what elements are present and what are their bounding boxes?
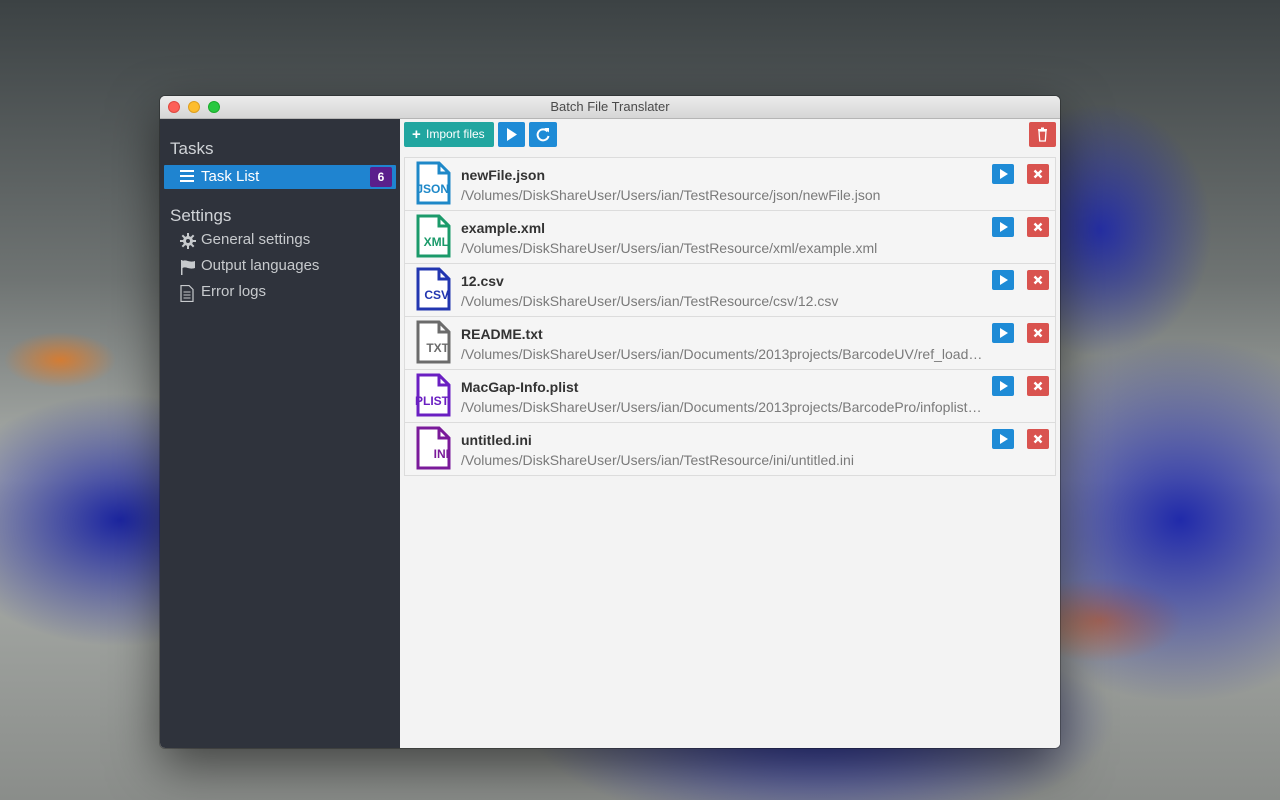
run-file-button[interactable] [992,376,1014,396]
remove-file-button[interactable] [1027,376,1049,396]
import-files-label: Import files [426,127,485,141]
file-type-icon: XML [413,214,453,258]
remove-file-button[interactable] [1027,164,1049,184]
close-icon [1033,434,1043,444]
sidebar: Tasks Task List 6 Settings General setti… [160,119,400,748]
remove-file-button[interactable] [1027,270,1049,290]
maximize-window-button[interactable] [208,101,220,113]
play-icon [1000,169,1008,179]
app-window: Batch File Translater Tasks Task List 6 … [160,96,1060,748]
play-icon [507,128,517,141]
svg-text:XML: XML [424,235,449,249]
remove-file-button[interactable] [1027,429,1049,449]
run-file-button[interactable] [992,323,1014,343]
file-name: 12.csv [461,273,504,289]
file-row[interactable]: XML example.xml/Volumes/DiskShareUser/Use… [404,210,1056,263]
sidebar-item-label: Task List [201,168,260,185]
file-type-icon: TXT [413,320,453,364]
play-icon [1000,222,1008,232]
window-title: Batch File Translater [550,99,670,114]
close-icon [1033,381,1043,391]
close-icon [1033,328,1043,338]
sidebar-item-task-list[interactable]: Task List 6 [164,165,396,189]
task-count-badge: 6 [370,167,392,187]
file-name: MacGap-Info.plist [461,379,579,395]
settings-section-title: Settings [170,206,232,225]
play-icon [1000,381,1008,391]
title-bar: Batch File Translater [160,96,1060,119]
svg-text:JSON: JSON [416,182,449,196]
sidebar-item-label: General settings [201,231,311,248]
file-name: newFile.json [461,167,546,183]
play-icon [1000,275,1008,285]
import-files-button[interactable]: + Import files [404,122,494,147]
svg-text:INI: INI [434,447,449,461]
flag-icon [180,259,196,275]
file-row[interactable]: PLIST MacGap-Info.plist/Volumes/DiskShare… [404,369,1056,422]
remove-file-button[interactable] [1027,323,1049,343]
run-file-button[interactable] [992,217,1014,237]
file-row[interactable]: INI untitled.ini/Volumes/DiskShareUser/Us… [404,422,1056,476]
close-icon [1033,275,1043,285]
file-path: /Volumes/DiskShareUser/Users/ian/TestRes… [461,240,878,256]
gear-icon [180,233,196,249]
file-type-icon: CSV [413,267,453,311]
refresh-icon [536,128,550,142]
file-path: /Volumes/DiskShareUser/Users/ian/TestRes… [461,187,881,203]
file-name: README.txt [461,326,543,342]
file-row[interactable]: TXT README.txt/Volumes/DiskShareUser/User… [404,316,1056,369]
file-path: /Volumes/DiskShareUser/Users/ian/TestRes… [461,293,839,309]
remove-file-button[interactable] [1027,217,1049,237]
minimize-window-button[interactable] [188,101,200,113]
file-path: /Volumes/DiskShareUser/Users/ian/Documen… [461,346,983,362]
sidebar-item-label: Output languages [201,257,320,274]
close-window-button[interactable] [168,101,180,113]
file-type-icon: JSON [413,161,453,205]
refresh-button[interactable] [529,122,557,147]
run-file-button[interactable] [992,164,1014,184]
file-path: /Volumes/DiskShareUser/Users/ian/Documen… [461,399,982,415]
file-type-icon: PLIST [413,373,453,417]
close-icon [1033,222,1043,232]
svg-text:TXT: TXT [426,341,449,355]
trash-icon [1038,127,1047,142]
play-icon [1000,434,1008,444]
file-row[interactable]: JSON newFile.json/Volumes/DiskShareUser/U… [404,157,1056,210]
close-icon [1033,169,1043,179]
document-icon [180,284,196,303]
tasks-section-title: Tasks [170,139,214,158]
run-all-button[interactable] [498,122,525,147]
file-type-icon: INI [413,426,453,470]
svg-text:CSV: CSV [424,288,449,302]
file-path: /Volumes/DiskShareUser/Users/ian/TestRes… [461,452,854,468]
clear-all-button[interactable] [1029,122,1056,147]
sidebar-item-label: Error logs [201,283,267,300]
run-file-button[interactable] [992,270,1014,290]
file-name: example.xml [461,220,546,236]
svg-text:PLIST: PLIST [415,394,450,408]
main-panel: + Import files JSON newFile.json/Volumes/… [400,119,1060,748]
plus-icon: + [412,126,421,143]
run-file-button[interactable] [992,429,1014,449]
list-icon [180,170,194,184]
file-name: untitled.ini [461,432,532,448]
file-list: JSON newFile.json/Volumes/DiskShareUser/U… [404,157,1056,476]
play-icon [1000,328,1008,338]
file-row[interactable]: CSV 12.csv/Volumes/DiskShareUser/Users/ia… [404,263,1056,316]
